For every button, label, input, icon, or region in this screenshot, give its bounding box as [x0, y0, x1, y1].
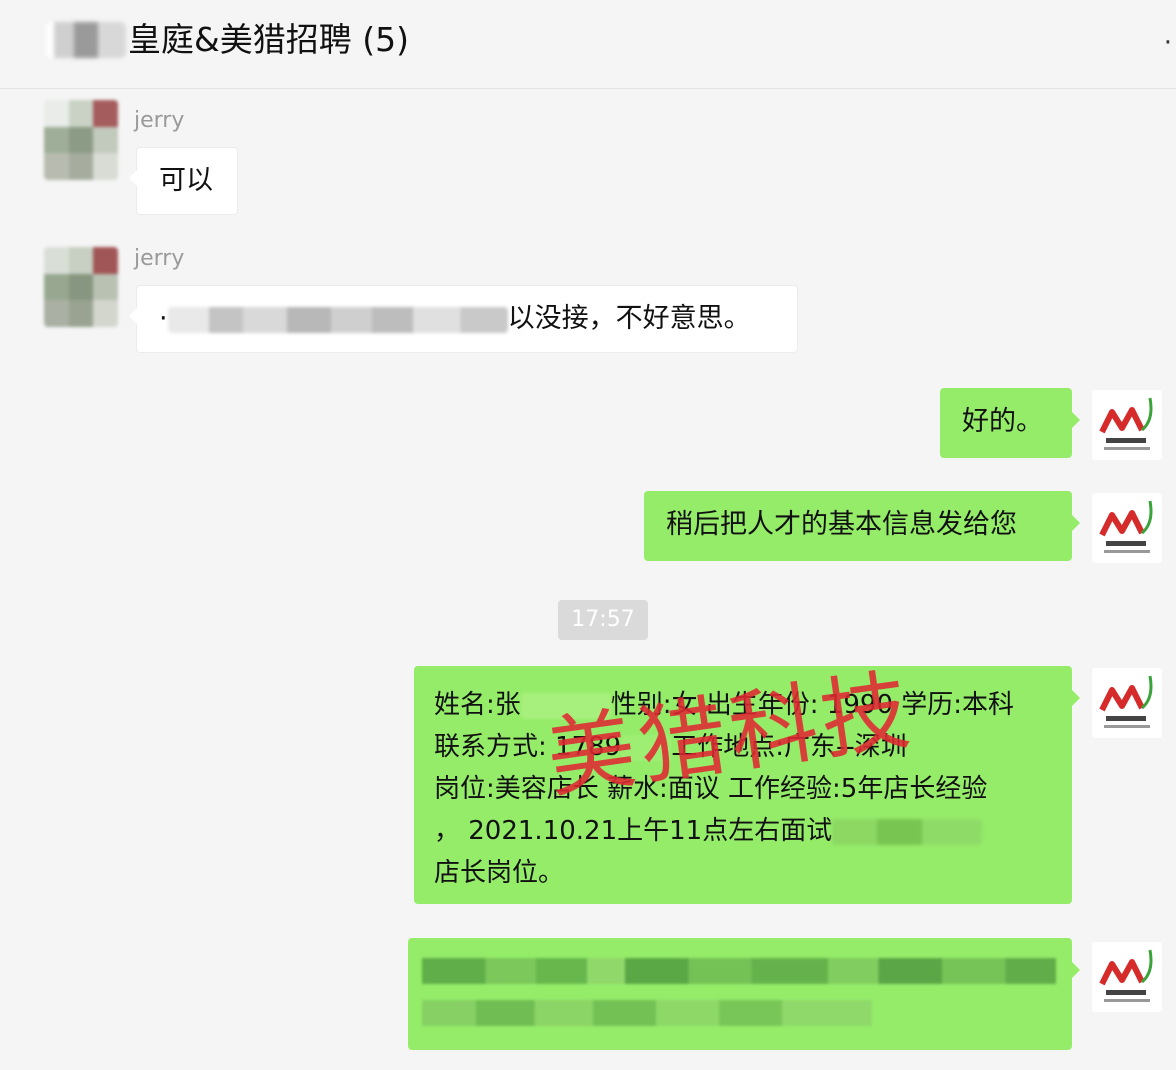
message-text: 可以 [159, 165, 213, 196]
redacted-message-line [422, 1000, 872, 1026]
redacted-text [520, 692, 611, 719]
avatar[interactable] [44, 100, 118, 180]
redacted-message-line [422, 958, 1056, 984]
meilie-logo-icon [1099, 675, 1153, 728]
info-line: 工作地点:广东--深圳 [671, 732, 907, 762]
avatar[interactable] [44, 247, 118, 327]
meilie-logo-icon [1099, 397, 1153, 450]
info-line: 店长岗位。 [434, 858, 565, 888]
brand-logo-avatar[interactable] [1092, 493, 1162, 563]
info-line: 性别:女 出生年份: 1990 学历:本科 [610, 690, 1015, 720]
info-contact-label: 联系方式: 1789 [434, 732, 622, 762]
candidate-info-bubble[interactable]: 姓名:张 性别:女 出生年份: 1990 学历:本科 联系方式: 1789 工作地点… [414, 666, 1080, 904]
blurred-group-name-prefix [46, 22, 126, 58]
message-bubble[interactable] [408, 938, 1080, 1050]
brand-logo-avatar[interactable] [1092, 668, 1162, 738]
redacted-text [832, 818, 983, 845]
message-bubble[interactable]: · 以没接，不好意思。 [129, 285, 798, 353]
message-bubble[interactable]: 可以 [129, 147, 238, 215]
redacted-text [167, 306, 508, 333]
message-bubble[interactable]: 稍后把人才的基本信息发给您 [644, 491, 1080, 561]
info-line: 岗位:美容店长 薪水:面议 工作经验:5年店长经验 [434, 774, 988, 804]
sender-name: jerry [134, 246, 185, 271]
info-name-label: 姓名:张 [434, 690, 521, 720]
message-text: 稍后把人才的基本信息发给您 [666, 509, 1017, 540]
message-text: 好的。 [962, 406, 1043, 437]
message-prefix: · [159, 303, 168, 334]
brand-logo-avatar[interactable] [1092, 390, 1162, 460]
message-bubble[interactable]: 好的。 [940, 388, 1080, 458]
brand-logo-avatar[interactable] [1092, 942, 1162, 1012]
chat-header: 皇庭&美猎招聘 (5) · [0, 0, 1176, 89]
meilie-logo-icon [1099, 500, 1153, 553]
info-line: ， 2021.10.21上午11点左右面试 [434, 816, 833, 846]
sender-name: jerry [134, 108, 185, 133]
message-text: 以没接，不好意思。 [507, 303, 751, 334]
meilie-logo-icon [1099, 949, 1153, 1002]
chat-title: 皇庭&美猎招聘 (5) [128, 20, 409, 59]
redacted-text [621, 734, 672, 761]
timestamp: 17:57 [558, 600, 648, 640]
more-icon[interactable]: · [1164, 30, 1172, 56]
